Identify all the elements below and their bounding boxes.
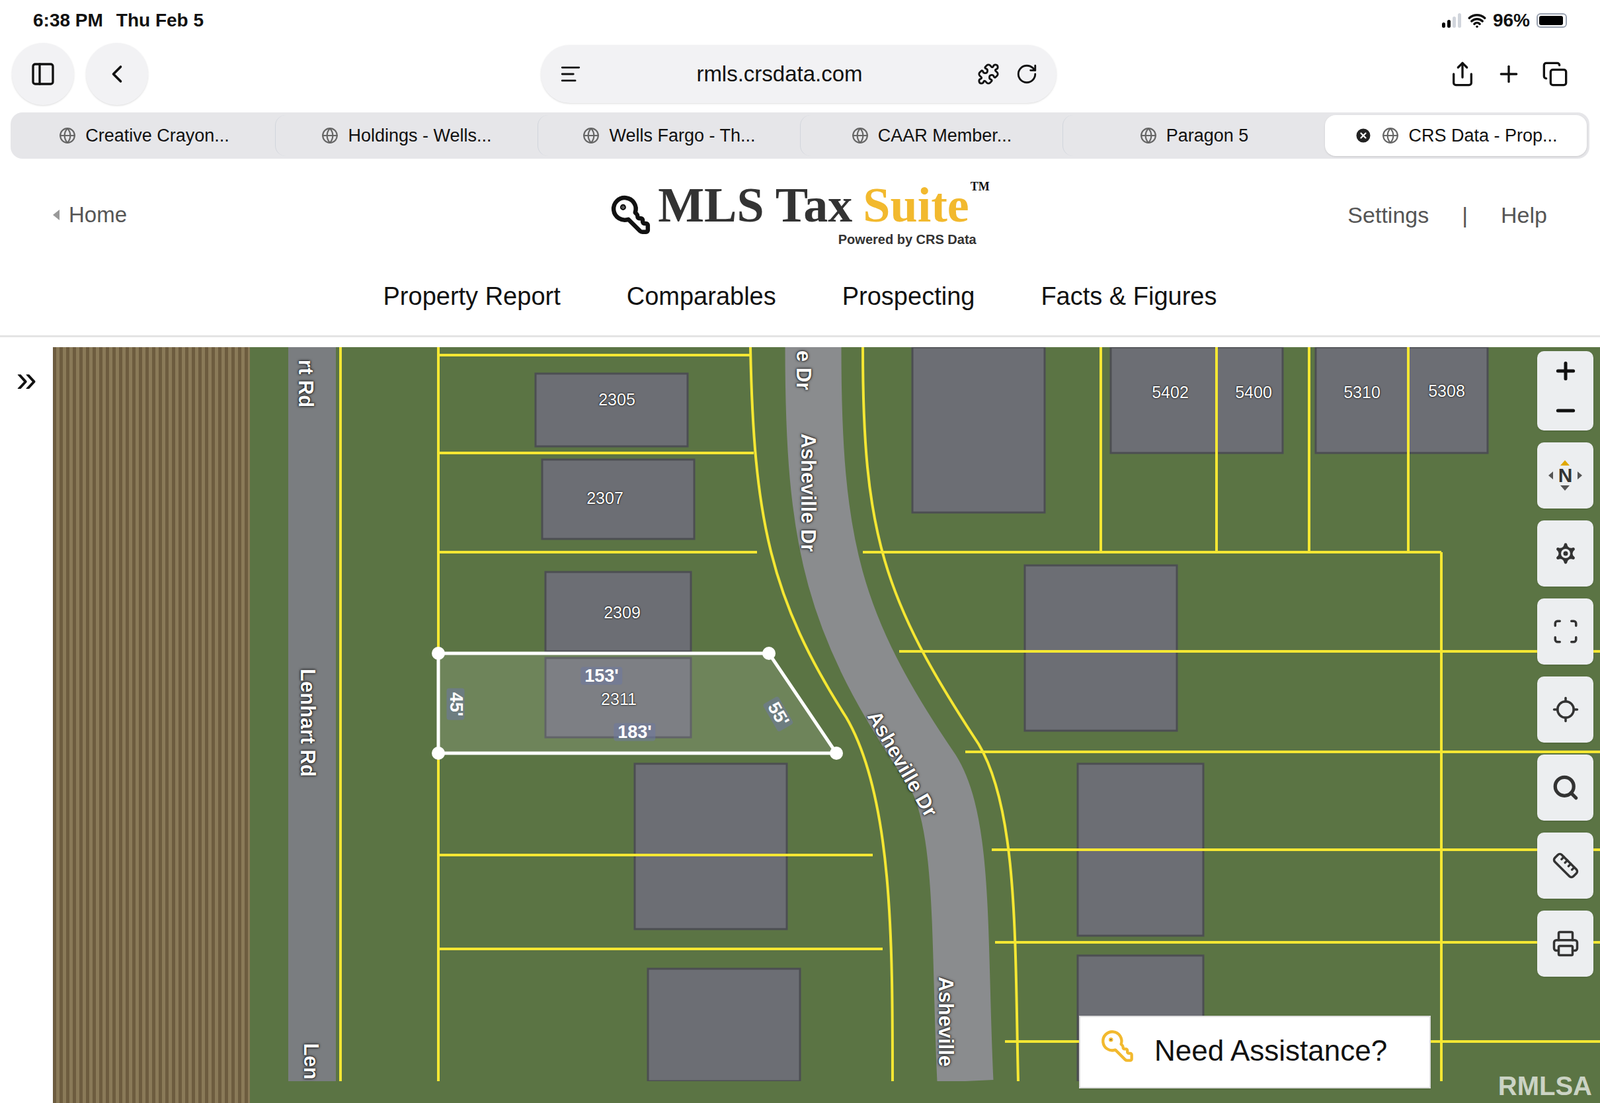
logo: MLS TaxSuiteTMPowered by CRS Data [610, 180, 990, 250]
share-icon[interactable] [1449, 60, 1476, 88]
map-street-label: Len [300, 1042, 322, 1080]
logo-subtitle: Powered by CRS Data [838, 229, 977, 250]
nav-item[interactable]: Facts & Figures [1040, 277, 1217, 316]
assistance-widget[interactable]: Need Assistance? [1079, 1015, 1431, 1089]
app-header: Home MLS TaxSuiteTMPowered by CRS Data Set… [0, 171, 1600, 258]
cornfield [52, 347, 250, 1103]
map[interactable]: 2305 2307 2309 2311 5402 5400 5310 5308 153' 183'… [52, 347, 1600, 1103]
home-link[interactable]: Home [52, 198, 252, 232]
key-logo-icon [610, 194, 652, 236]
back-button[interactable] [85, 42, 149, 106]
map-street-label: Asheville [935, 976, 957, 1067]
tabs-overview-icon[interactable] [1541, 60, 1569, 88]
map-address-label: 5310 [1343, 384, 1381, 401]
favicon-icon [582, 126, 600, 145]
browser-tab[interactable]: CRS Data - Prop... [1324, 115, 1587, 157]
map-dimension-label: 45' [446, 688, 465, 720]
map-address-label: 2311 [600, 690, 637, 708]
map-address-label: 5400 [1235, 384, 1273, 401]
map-dimension-label: 153' [580, 667, 623, 685]
gear-icon [1551, 539, 1580, 568]
close-tab-icon[interactable] [1354, 126, 1373, 145]
settings-link[interactable]: Settings [1347, 198, 1429, 233]
locate-icon [1551, 695, 1580, 724]
map-address-label: 2309 [603, 604, 641, 621]
nav-item[interactable]: Prospecting [842, 277, 976, 316]
tab-bar: Creative Crayon...Holdings - Wells...Wel… [10, 112, 1590, 159]
status-bar: 6:38 PM Thu Feb 5 96% [0, 0, 1600, 41]
url-bar[interactable]: rmls.crsdata.com [540, 44, 1057, 104]
assistance-key-icon [1100, 1028, 1135, 1064]
help-link[interactable]: Help [1500, 198, 1548, 233]
select-area-button[interactable] [1537, 598, 1594, 665]
map-address-label: 2305 [598, 391, 636, 408]
measure-button[interactable] [1537, 832, 1594, 899]
compass-button[interactable]: N [1537, 442, 1594, 509]
browser-tab[interactable]: Creative Crayon... [13, 115, 276, 157]
back-icon [102, 59, 132, 89]
new-tab-icon[interactable] [1495, 60, 1522, 88]
printer-icon [1551, 929, 1580, 958]
map-address-label: 5402 [1151, 384, 1189, 401]
select-area-icon [1551, 617, 1580, 646]
ruler-icon [1551, 851, 1580, 880]
favicon-icon [1139, 126, 1158, 145]
favicon-icon [1381, 126, 1400, 145]
map-address-label: 5308 [1428, 382, 1466, 400]
zoom-control [1537, 351, 1594, 431]
map-address-label: 2307 [586, 489, 624, 507]
map-street-label: rt Rd [295, 359, 317, 408]
locate-button[interactable] [1537, 676, 1594, 743]
app: 6:38 PM Thu Feb 5 96% rmls.crsdata.com Creat… [0, 0, 1600, 1103]
browser-tab[interactable]: Wells Fargo - Th... [537, 115, 800, 157]
map-street-label: Asheville Dr [798, 433, 819, 552]
search-button[interactable] [1537, 754, 1594, 821]
favicon-icon [851, 126, 869, 145]
browser-tab[interactable]: CAAR Member... [800, 115, 1063, 157]
battery-icon [1536, 13, 1567, 28]
map-area: » 2305 2307 2309 2311 5402 5400 5310 5308 153' 183… [0, 347, 1600, 1103]
reload-icon [1015, 62, 1039, 86]
reader-icon [559, 62, 582, 86]
watermark: RMLSA [1498, 1072, 1593, 1099]
battery-percent: 96% [1492, 6, 1530, 35]
extensions-icon [977, 62, 1000, 86]
browser-tab[interactable]: Paragon 5 [1062, 115, 1325, 157]
browser-tab[interactable]: Holdings - Wells... [275, 115, 538, 157]
status-time: 6:38 PM [33, 6, 104, 35]
favicon-icon [58, 126, 77, 145]
signal-icon [1441, 13, 1462, 28]
nav-item[interactable]: Property Report [383, 277, 561, 316]
map-drawing [52, 347, 1600, 1081]
favicon-icon [321, 126, 339, 145]
map-street-label: Lenhart Rd [297, 668, 319, 777]
wifi-icon [1467, 11, 1487, 30]
url-text: rmls.crsdata.com [696, 57, 863, 91]
zoom-out-icon[interactable] [1552, 397, 1579, 424]
print-button[interactable] [1537, 910, 1594, 977]
sidebar-button[interactable] [11, 42, 75, 106]
header-separator: | [1461, 198, 1468, 233]
sidebar-icon [29, 60, 57, 88]
zoom-in-icon[interactable] [1552, 357, 1579, 385]
map-toolbar: N [1537, 351, 1594, 977]
search-icon [1551, 773, 1580, 802]
map-street-label: e Dr [793, 350, 814, 391]
settings-button[interactable] [1537, 520, 1594, 587]
panel-toggle[interactable]: » [0, 347, 53, 1103]
map-dimension-label: 183' [613, 723, 656, 742]
address-row: rmls.crsdata.com [0, 40, 1600, 108]
nav-item[interactable]: Comparables [626, 277, 777, 316]
status-date: Thu Feb 5 [116, 6, 204, 35]
main-nav: Property Report Comparables Prospecting Fac… [0, 257, 1600, 338]
